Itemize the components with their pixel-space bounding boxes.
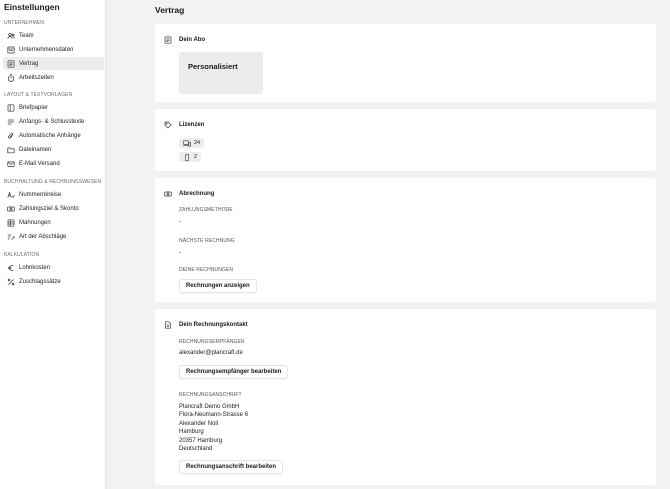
next-invoice-value: -: [179, 250, 181, 256]
sidebar-item-company-data[interactable]: Unternehmensdaten: [3, 43, 104, 56]
team-icon: [7, 32, 15, 40]
billing-contact-heading: Dein Rechnungskontakt: [164, 321, 248, 329]
sidebar-item-label: Art der Abschläge: [19, 233, 67, 240]
numbering-icon: [7, 190, 15, 199]
desktop-license-count: 24: [194, 140, 201, 146]
sidebar-item-number-ranges[interactable]: Nummernkreise: [3, 188, 104, 201]
sidebar-item-label: Lohnkosten: [19, 264, 51, 271]
subscription-card: Dein Abo Personalisiert: [155, 24, 656, 102]
sidebar-item-label: Team: [19, 32, 34, 39]
mobile-license-count: 2: [194, 154, 198, 160]
invoices-label: DEINE RECHNUNGEN: [179, 267, 234, 273]
licenses-heading: Lizenzen: [164, 121, 204, 129]
paperclip-icon: [7, 132, 15, 140]
letterhead-icon: [7, 103, 15, 112]
invoice-document-icon: [164, 321, 172, 329]
cash-icon: [164, 190, 172, 198]
contract-icon: [7, 59, 15, 68]
sidebar-item-filenames[interactable]: Dateinamen: [3, 143, 104, 156]
address-label: RECHNUNGSANSCHRIFT: [179, 392, 242, 398]
address-line: Flora-Neumann-Strasse 6: [179, 412, 249, 419]
show-invoices-button[interactable]: Rechnungen anzeigen: [179, 279, 257, 293]
sidebar-item-label: Zahlungsziel & Skonto: [19, 205, 79, 212]
plan-name: Personalisiert: [188, 62, 238, 71]
section-label-company: UNTERNEHMEN: [4, 20, 44, 26]
payment-icon: [7, 205, 15, 213]
text-lines-icon: [7, 118, 15, 126]
sidebar-item-installments[interactable]: Art der Abschläge: [3, 230, 104, 243]
edit-recipient-button[interactable]: Rechnungsempfänger bearbeiten: [179, 365, 289, 379]
recipient-label: RECHNUNGSEMPFÄNGER: [179, 339, 245, 345]
percent-icon: [7, 278, 15, 286]
address-line: Hamburg: [179, 429, 204, 436]
next-invoice-label: NÄCHSTE RECHNUNG: [179, 238, 235, 244]
address-line: Alexander Noll: [179, 420, 219, 427]
billing-contact-card: Dein Rechnungskontakt RECHNUNGSEMPFÄNGER…: [155, 309, 656, 485]
contract-icon: [164, 36, 172, 44]
sidebar-item-label: Automatische Anhänge: [19, 132, 81, 139]
sidebar-item-label: E-Mail Versand: [19, 160, 60, 167]
installment-icon: [7, 233, 15, 241]
desktop-mobile-icon: [183, 140, 191, 147]
sidebar-item-contract[interactable]: Vertrag: [3, 57, 104, 70]
mail-icon: [7, 160, 15, 168]
sidebar-title: Einstellungen: [4, 2, 60, 12]
address-line: Deutschland: [179, 446, 213, 453]
sidebar-item-label: Vertrag: [19, 60, 39, 67]
tag-icon: [164, 121, 172, 129]
billing-address: Plancraft Demo GmbH Flora-Neumann-Strass…: [179, 403, 248, 453]
euro-icon: [7, 264, 15, 272]
card-title: Abrechnung: [179, 191, 215, 197]
sidebar-item-payment-terms[interactable]: Zahlungsziel & Skonto: [3, 202, 104, 215]
sidebar-item-texts[interactable]: Anfangs- & Schlusstexte: [3, 115, 104, 128]
section-label-accounting: BUCHHALTUNG & RECHNUNGSWESEN: [4, 179, 102, 185]
sidebar-item-labor-costs[interactable]: Lohnkosten: [3, 261, 104, 274]
card-title: Dein Abo: [179, 37, 206, 43]
sidebar-item-email[interactable]: E-Mail Versand: [3, 157, 104, 170]
card-title: Dein Rechnungskontakt: [179, 322, 248, 328]
card-title: Lizenzen: [179, 122, 205, 128]
subscription-heading: Dein Abo: [164, 36, 205, 44]
sidebar-item-label: Nummernkreise: [19, 191, 62, 198]
sidebar-item-working-hours[interactable]: Arbeitszeiten: [3, 71, 104, 84]
sidebar-item-reminders[interactable]: Mahnungen: [3, 216, 104, 229]
sidebar-item-label: Zuschlagssätze: [19, 278, 61, 285]
address-line: Plancraft Demo GmbH: [179, 404, 240, 410]
licenses-card: Lizenzen 24 2: [155, 109, 656, 171]
mobile-license-badge: 2: [179, 152, 202, 162]
sidebar-item-letterhead[interactable]: Briefpapier: [3, 101, 104, 114]
desktop-license-badge: 24: [179, 138, 205, 148]
folder-icon: [7, 146, 15, 154]
stopwatch-icon: [7, 73, 15, 82]
main-content: Vertrag Dein Abo Personalisiert Lizenzen…: [107, 0, 670, 489]
sidebar-item-surcharges[interactable]: Zuschlagssätze: [3, 275, 104, 288]
phone-icon: [183, 153, 191, 161]
sidebar-item-label: Unternehmensdaten: [19, 46, 74, 53]
address-line: 20357 Hamburg: [179, 437, 223, 444]
payment-method-value: -: [179, 219, 181, 225]
sidebar-item-attachments[interactable]: Automatische Anhänge: [3, 129, 104, 142]
sidebar-item-label: Mahnungen: [19, 219, 51, 226]
sidebar-item-team[interactable]: Team: [3, 29, 104, 42]
reminder-icon: [7, 218, 15, 227]
plan-tile: Personalisiert: [179, 52, 263, 94]
sidebar-item-label: Arbeitszeiten: [19, 74, 54, 81]
settings-sidebar: Einstellungen UNTERNEHMEN Team Unternehm…: [0, 0, 106, 489]
sidebar-item-label: Briefpapier: [19, 104, 49, 111]
section-label-layout: LAYOUT & TEXTVORLAGEN: [4, 92, 73, 98]
edit-address-button[interactable]: Rechnungsanschrift bearbeiten: [179, 460, 284, 474]
sidebar-item-label: Dateinamen: [19, 146, 52, 153]
recipient-email: alexander@plancraft.de: [179, 350, 243, 356]
billing-card: Abrechnung ZAHLUNGSMETHODE - NÄCHSTE REC…: [155, 178, 656, 302]
billing-heading: Abrechnung: [164, 190, 214, 198]
page-title: Vertrag: [155, 5, 185, 15]
company-data-icon: [7, 46, 15, 54]
sidebar-item-label: Anfangs- & Schlusstexte: [19, 118, 85, 125]
payment-method-label: ZAHLUNGSMETHODE: [179, 207, 233, 213]
section-label-calculation: KALKULATION: [4, 252, 40, 258]
